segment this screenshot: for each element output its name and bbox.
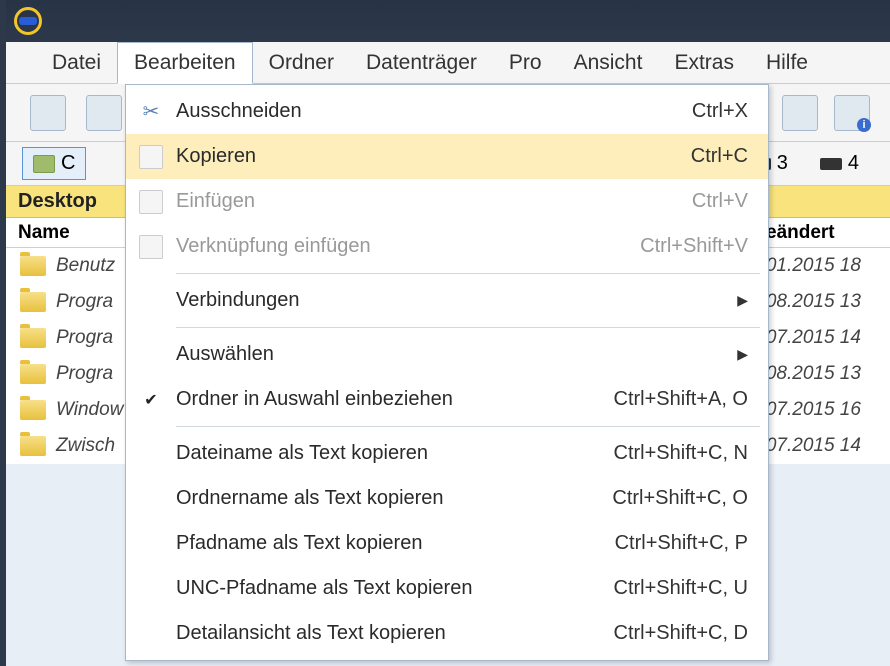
menu-item-label: Ordner in Auswahl einbeziehen	[176, 388, 614, 411]
menu-hilfe[interactable]: Hilfe	[750, 43, 824, 83]
folder-info-icon[interactable]	[834, 95, 870, 131]
title-bar	[6, 0, 890, 42]
menu-item-ausschneiden[interactable]: ✂ AusschneidenCtrl+X	[126, 89, 768, 134]
toolbar-icon[interactable]	[86, 95, 122, 131]
menu-item-verbindungen[interactable]: Verbindungen▶	[126, 278, 768, 323]
menu-extras[interactable]: Extras	[658, 43, 750, 83]
shortcut: Ctrl+Shift+A, O	[614, 388, 749, 411]
menu-item-label: Auswählen	[176, 343, 734, 366]
separator	[176, 273, 760, 274]
ram-icon	[820, 158, 842, 170]
menu-item-unc-pfadname-als-text-kopieren[interactable]: UNC-Pfadname als Text kopierenCtrl+Shift…	[126, 566, 768, 611]
drive-label: 3	[777, 152, 788, 175]
disk-icon	[33, 155, 55, 173]
menu-item-verkn-pfung-einf-gen: Verknüpfung einfügenCtrl+Shift+V	[126, 224, 768, 269]
shortcut: Ctrl+Shift+C, O	[612, 487, 748, 510]
submenu-arrow-icon: ▶	[734, 346, 748, 363]
menu-item-ordnername-als-text-kopieren[interactable]: Ordnername als Text kopierenCtrl+Shift+C…	[126, 476, 768, 521]
drive-label: C	[61, 152, 75, 175]
menu-ordner[interactable]: Ordner	[253, 43, 350, 83]
menu-bar: Datei Bearbeiten Ordner Datenträger Pro …	[6, 42, 890, 84]
drive-4[interactable]: 4	[809, 147, 870, 180]
paste-link-icon	[139, 235, 163, 259]
bearbeiten-dropdown: ✂AusschneidenCtrl+XKopierenCtrl+CEinfüge…	[125, 84, 769, 661]
menu-item-dateiname-als-text-kopieren[interactable]: Dateiname als Text kopierenCtrl+Shift+C,…	[126, 431, 768, 476]
menu-item-label: Dateiname als Text kopieren	[176, 442, 614, 465]
folder-icon	[20, 364, 46, 384]
shortcut: Ctrl+X	[692, 100, 748, 123]
menu-item-label: Pfadname als Text kopieren	[176, 532, 615, 555]
cut-icon: ✂	[143, 99, 160, 124]
drive-label: 4	[848, 152, 859, 175]
menu-item-label: UNC-Pfadname als Text kopieren	[176, 577, 614, 600]
menu-datei[interactable]: Datei	[36, 43, 117, 83]
menu-item-label: Verbindungen	[176, 289, 734, 312]
copy-icon	[139, 145, 163, 169]
menu-item-detailansicht-als-text-kopieren[interactable]: Detailansicht als Text kopierenCtrl+Shif…	[126, 611, 768, 656]
menu-item-label: Einfügen	[176, 190, 692, 213]
menu-item-label: Ausschneiden	[176, 100, 692, 123]
menu-item-pfadname-als-text-kopieren[interactable]: Pfadname als Text kopierenCtrl+Shift+C, …	[126, 521, 768, 566]
menu-item-label: Ordnername als Text kopieren	[176, 487, 612, 510]
folder-icon	[20, 292, 46, 312]
shortcut: Ctrl+C	[691, 145, 748, 168]
menu-datentraeger[interactable]: Datenträger	[350, 43, 493, 83]
col-modified[interactable]: eändert	[766, 222, 890, 244]
shortcut: Ctrl+V	[692, 190, 748, 213]
menu-item-label: Detailansicht als Text kopieren	[176, 622, 614, 645]
menu-item-label: Kopieren	[176, 145, 691, 168]
menu-item-label: Verknüpfung einfügen	[176, 235, 640, 258]
folder-icon	[20, 400, 46, 420]
toolbar-icon[interactable]	[782, 95, 818, 131]
menu-bearbeiten[interactable]: Bearbeiten	[117, 42, 253, 84]
app-logo-icon	[14, 7, 42, 35]
toolbar-icon[interactable]	[30, 95, 66, 131]
separator	[176, 327, 760, 328]
shortcut: Ctrl+Shift+C, U	[614, 577, 748, 600]
check-icon: ✔	[144, 390, 157, 410]
folder-icon	[20, 328, 46, 348]
menu-ansicht[interactable]: Ansicht	[558, 43, 659, 83]
folder-icon	[20, 436, 46, 456]
menu-item-einf-gen: EinfügenCtrl+V	[126, 179, 768, 224]
paste-icon	[139, 190, 163, 214]
shortcut: Ctrl+Shift+C, D	[614, 622, 748, 645]
menu-item-kopieren[interactable]: KopierenCtrl+C	[126, 134, 768, 179]
folder-icon	[20, 256, 46, 276]
shortcut: Ctrl+Shift+V	[640, 235, 748, 258]
shortcut: Ctrl+Shift+C, N	[614, 442, 748, 465]
menu-pro[interactable]: Pro	[493, 43, 558, 83]
drive-c[interactable]: C	[22, 147, 86, 180]
menu-item-ordner-in-auswahl-einbeziehen[interactable]: ✔ Ordner in Auswahl einbeziehenCtrl+Shift…	[126, 377, 768, 422]
separator	[176, 426, 760, 427]
submenu-arrow-icon: ▶	[734, 292, 748, 309]
menu-item-ausw-hlen[interactable]: Auswählen▶	[126, 332, 768, 377]
shortcut: Ctrl+Shift+C, P	[615, 532, 748, 555]
